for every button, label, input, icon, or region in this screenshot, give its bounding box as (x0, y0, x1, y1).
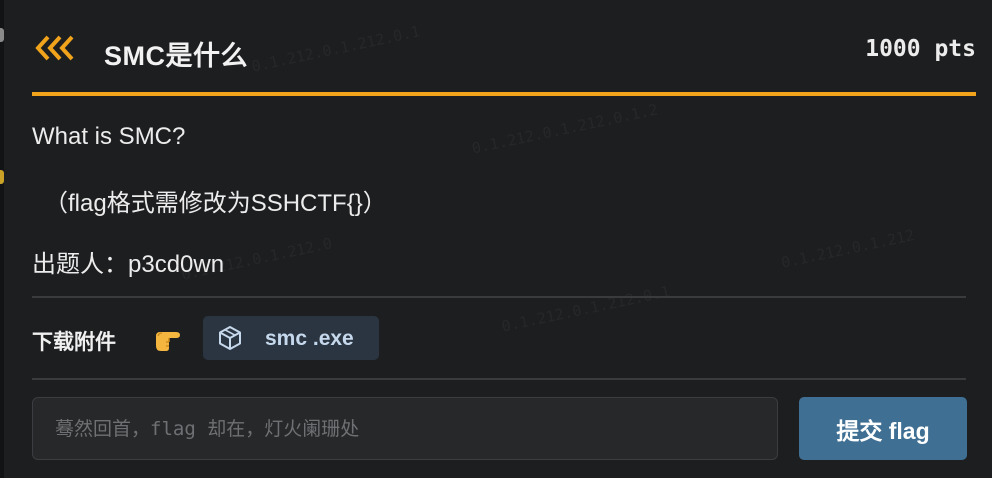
submit-flag-button[interactable]: 提交 flag (799, 397, 967, 460)
challenge-header: SMC是什么 1000 pts (32, 20, 976, 80)
triple-chevron-left-icon[interactable] (34, 34, 78, 62)
package-icon (219, 326, 241, 350)
section-divider (32, 378, 966, 380)
description-line-1: What is SMC? (32, 123, 186, 150)
section-divider (32, 296, 966, 298)
challenge-title: SMC是什么 (104, 41, 248, 71)
watermark: 0.1.212.0.1.212.0.1.2 (470, 100, 659, 157)
flag-input[interactable] (32, 397, 778, 460)
watermark: 0.1.212.0.1.212.0.1 (500, 282, 672, 335)
attachments-label: 下载附件 (32, 331, 116, 354)
attachment-file-chip[interactable]: smc .exe (203, 316, 379, 360)
edge-marker (0, 28, 4, 42)
edge-marker-active (0, 170, 4, 184)
left-edge-strip (0, 0, 4, 478)
attachment-file-name: smc .exe (265, 327, 354, 350)
accent-divider (32, 92, 976, 96)
watermark: 0.1.212.0.1.212 (780, 226, 916, 272)
pointing-hand-icon (156, 332, 180, 351)
description-line-2: （flag格式需修改为SSHCTF{}） (44, 190, 387, 217)
author-line: 出题人：p3cd0wn (32, 251, 225, 278)
challenge-points: 1000 pts (865, 36, 976, 62)
